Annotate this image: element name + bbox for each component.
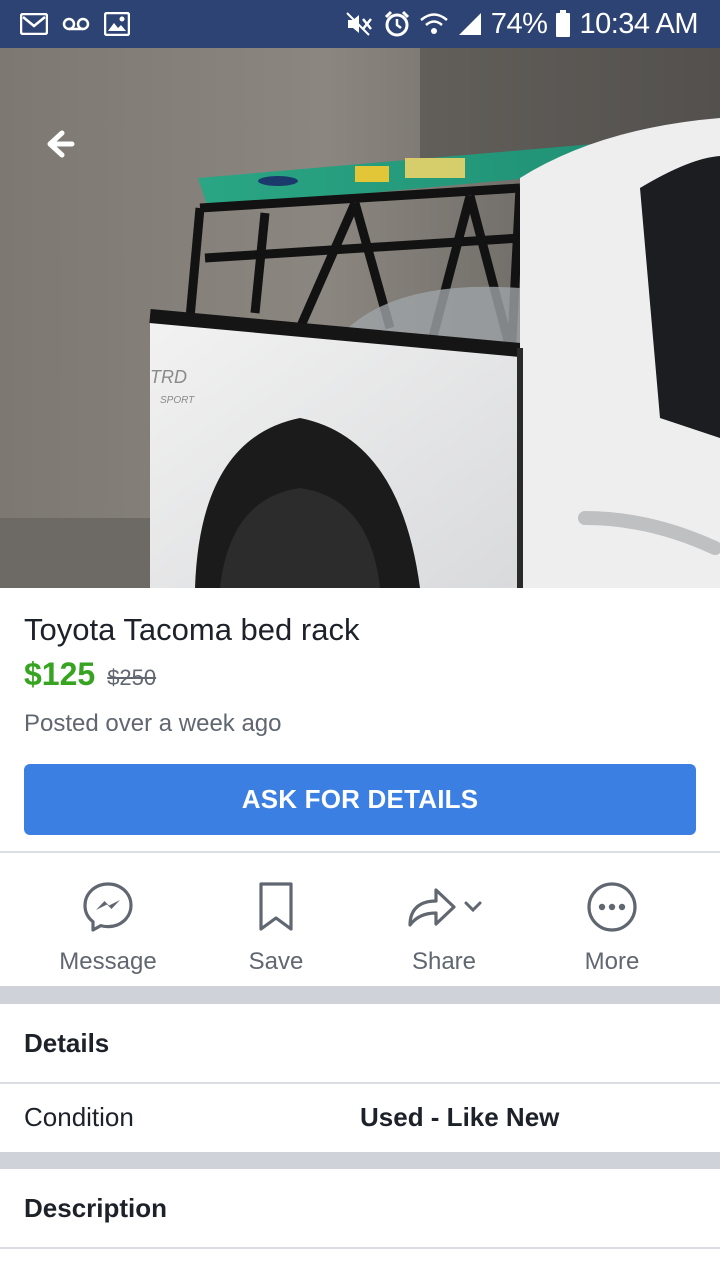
more-label: More: [584, 948, 640, 975]
wifi-icon: [419, 11, 449, 37]
battery-percent: 74%: [490, 7, 548, 40]
section-separator: [0, 986, 720, 1004]
gmail-icon: [20, 13, 48, 35]
signal-icon: [457, 11, 483, 37]
svg-text:TRD: TRD: [150, 367, 187, 387]
price: $125: [24, 656, 96, 692]
listing-photo[interactable]: TRD SPORT: [0, 48, 720, 588]
status-bar: 74% 10:34 AM: [0, 0, 720, 48]
messenger-icon: [83, 882, 133, 932]
condition-value: Used - Like New: [360, 1102, 560, 1132]
more-button[interactable]: More: [528, 858, 696, 986]
divider: [0, 851, 720, 853]
message-button[interactable]: Message: [24, 858, 192, 986]
original-price: $250: [107, 665, 157, 690]
price-row: $125 $250: [24, 656, 156, 693]
save-button[interactable]: Save: [192, 858, 360, 986]
divider: [0, 1247, 720, 1249]
back-button[interactable]: [40, 124, 88, 164]
share-arrow-icon: [408, 888, 482, 927]
description-heading: Description: [24, 1193, 168, 1223]
action-bar: Message Save Share More: [0, 858, 720, 986]
condition-label: Condition: [24, 1102, 134, 1132]
bookmark-icon: [259, 882, 293, 931]
voicemail-icon: [62, 16, 90, 32]
more-dots-icon: [587, 882, 637, 932]
mute-icon: [345, 11, 375, 37]
save-label: Save: [248, 948, 304, 975]
section-separator: [0, 1152, 720, 1169]
details-heading: Details: [24, 1028, 110, 1058]
alarm-icon: [383, 10, 411, 38]
listing-title: Toyota Tacoma bed rack: [24, 612, 360, 647]
battery-icon: [555, 10, 571, 38]
svg-text:SPORT: SPORT: [160, 395, 195, 406]
ask-for-details-button[interactable]: ASK FOR DETAILS: [24, 764, 696, 835]
clock: 10:34 AM: [579, 7, 698, 40]
share-label: Share: [411, 948, 477, 975]
arrow-left-icon: [47, 130, 75, 158]
posted-time: Posted over a week ago: [24, 710, 282, 737]
gallery-icon: [104, 12, 130, 36]
share-button[interactable]: Share: [360, 858, 528, 986]
divider: [0, 1082, 720, 1084]
message-label: Message: [59, 948, 157, 975]
